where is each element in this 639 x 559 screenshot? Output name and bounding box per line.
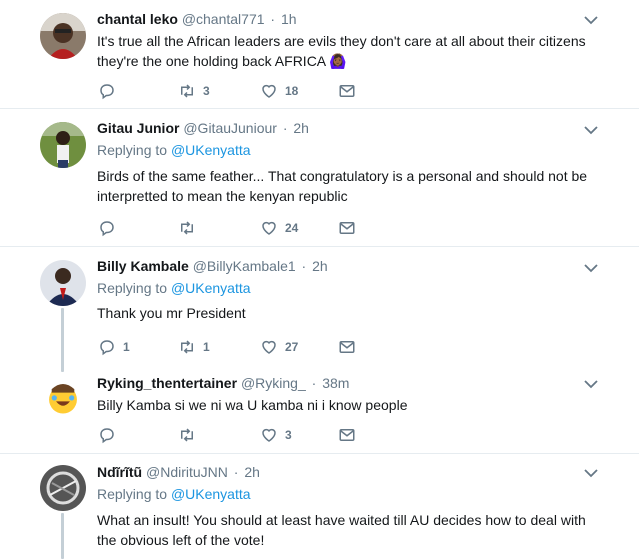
like-icon (262, 84, 276, 98)
author-name[interactable]: Billy Kambale (97, 258, 189, 274)
direct-message-icon (339, 85, 355, 97)
like-count: 27 (285, 340, 299, 354)
author-handle[interactable]: @GitauJuniour (183, 120, 277, 136)
retweet-button[interactable] (178, 218, 203, 238)
reply-icon (100, 428, 114, 444)
tweet[interactable]: Ndĩrĩtũ @NdirituJNN · 2h Replying to @UK… (0, 454, 639, 559)
replying-to: Replying to @UKenyatta (97, 141, 595, 160)
tweet-text: Birds of the same feather... That congra… (97, 168, 588, 204)
timestamp[interactable]: 1h (281, 11, 297, 27)
author-handle[interactable]: @Ryking_ (241, 375, 306, 391)
separator-dot: · (301, 258, 307, 274)
mention-link[interactable]: @UKenyatta (171, 280, 251, 296)
direct-message-button[interactable] (338, 81, 356, 101)
direct-message-icon (339, 341, 355, 353)
author-name[interactable]: Gitau Junior (97, 120, 179, 136)
author-handle[interactable]: @chantal771 (182, 11, 265, 27)
chevron-down-icon[interactable] (583, 465, 599, 481)
direct-message-icon (339, 429, 355, 441)
replying-to: Replying to @UKenyatta (97, 485, 595, 504)
timestamp[interactable]: 2h (293, 120, 309, 136)
timestamp[interactable]: 2h (244, 464, 260, 480)
timestamp[interactable]: 2h (312, 258, 328, 274)
retweet-icon (181, 84, 193, 98)
chevron-down-icon[interactable] (583, 260, 599, 276)
separator-dot: · (282, 120, 288, 136)
chevron-down-icon[interactable] (583, 12, 599, 28)
replying-to-label: Replying to (97, 142, 168, 158)
retweet-icon (181, 340, 193, 354)
like-button[interactable]: 27 (260, 337, 298, 357)
mention-link[interactable]: @UKenyatta (171, 486, 251, 502)
tweet-actions: 3 18 (98, 81, 378, 101)
tweet[interactable]: chantal leko @chantal771 · 1h It's true … (0, 0, 639, 108)
tweet[interactable]: Billy Kambale @BillyKambale1 · 2h Replyi… (0, 247, 639, 365)
retweet-button[interactable]: 1 (178, 337, 210, 357)
avatar[interactable] (40, 465, 86, 511)
replying-to-label: Replying to (97, 486, 168, 502)
avatar[interactable] (40, 122, 86, 168)
direct-message-button[interactable] (338, 218, 356, 238)
tweet-text: It's true all the African leaders are ev… (97, 33, 586, 69)
retweet-icon (181, 428, 193, 442)
retweet-button[interactable]: 3 (178, 81, 210, 101)
like-count: 24 (285, 221, 299, 235)
chevron-down-icon[interactable] (583, 376, 599, 392)
chevron-down-icon[interactable] (583, 122, 599, 138)
author-name[interactable]: chantal leko (97, 11, 178, 27)
retweet-count: 1 (203, 340, 210, 354)
mention-link[interactable]: @UKenyatta (171, 142, 251, 158)
like-icon (262, 428, 276, 442)
separator-dot: · (311, 375, 317, 391)
tweet[interactable]: Gitau Junior @GitauJuniour · 2h Replying… (0, 109, 639, 246)
tweet-actions: 1 1 27 (98, 337, 378, 357)
tweet[interactable]: Ryking_thentertainer @Ryking_ · 38m Bill… (0, 365, 639, 453)
retweet-icon (181, 221, 193, 235)
retweet-count: 3 (203, 84, 210, 98)
direct-message-button[interactable] (338, 425, 356, 445)
reply-icon (100, 340, 114, 356)
reply-button[interactable] (98, 81, 123, 101)
tweet-actions: 24 (98, 218, 378, 238)
separator-dot: · (233, 464, 239, 480)
like-button[interactable]: 24 (260, 218, 298, 238)
like-button[interactable]: 18 (260, 81, 298, 101)
direct-message-button[interactable] (338, 337, 356, 357)
reply-count: 1 (123, 340, 130, 354)
direct-message-icon (339, 222, 355, 234)
author-handle[interactable]: @BillyKambale1 (193, 258, 296, 274)
tweet-text: Billy Kamba si we ni wa U kamba ni i kno… (97, 397, 408, 413)
timestamp[interactable]: 38m (322, 375, 349, 391)
avatar[interactable] (43, 377, 83, 417)
author-name[interactable]: Ndĩrĩtũ (97, 464, 142, 480)
like-count: 18 (285, 84, 299, 98)
reply-button[interactable]: 1 (98, 337, 130, 357)
like-icon (262, 340, 276, 354)
reply-button[interactable] (98, 425, 123, 445)
avatar[interactable] (40, 13, 86, 59)
replying-to: Replying to @UKenyatta (97, 279, 595, 298)
like-button[interactable]: 3 (260, 425, 292, 445)
reply-icon (100, 84, 114, 100)
replying-to-label: Replying to (97, 280, 168, 296)
author-handle[interactable]: @NdirituJNN (146, 464, 228, 480)
like-count: 3 (285, 428, 292, 442)
retweet-button[interactable] (178, 425, 203, 445)
tweet-text: What an insult! You should at least have… (97, 512, 586, 548)
reply-icon (100, 221, 114, 237)
tweet-actions: 3 (98, 425, 378, 445)
author-name[interactable]: Ryking_thentertainer (97, 375, 237, 391)
reply-button[interactable] (98, 218, 123, 238)
like-icon (262, 221, 276, 235)
tweet-text: Thank you mr President (97, 305, 246, 321)
separator-dot: · (270, 11, 276, 27)
avatar[interactable] (40, 260, 86, 306)
